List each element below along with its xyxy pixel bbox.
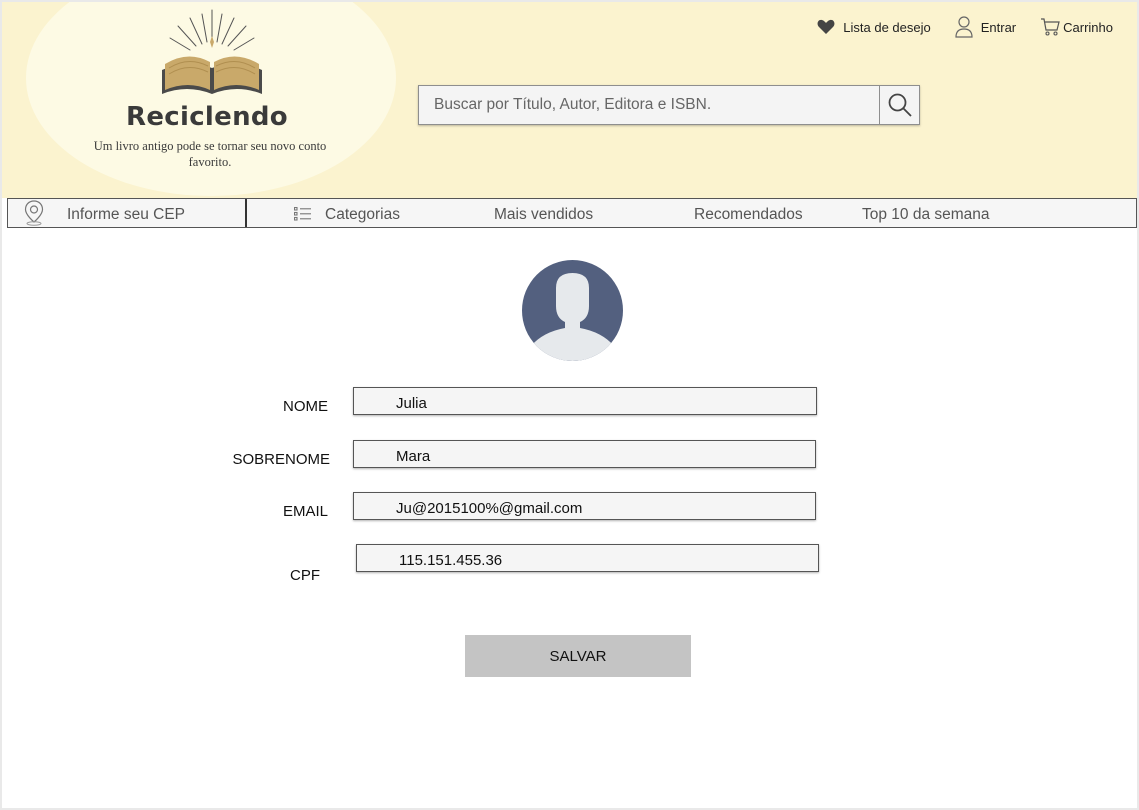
email-label: EMAIL xyxy=(282,503,328,520)
categories-label: Categorias xyxy=(325,206,400,223)
search-bar xyxy=(418,85,920,125)
nav-top10[interactable]: Top 10 da semana xyxy=(862,199,1002,227)
location-pin-icon xyxy=(24,200,44,226)
login-label: Entrar xyxy=(980,19,1017,35)
sobrenome-input[interactable] xyxy=(354,441,815,467)
save-button[interactable]: SALVAR xyxy=(465,635,691,677)
search-button[interactable] xyxy=(879,86,919,124)
cep-label: Informe seu CEP xyxy=(67,206,186,223)
cpf-field-box xyxy=(356,544,819,572)
open-book-logo-icon[interactable] xyxy=(152,8,272,100)
nome-field-box xyxy=(353,387,817,415)
wishlist-label: Lista de desejo xyxy=(843,19,931,35)
sobrenome-label: SOBRENOME xyxy=(232,451,330,468)
list-icon xyxy=(294,207,311,221)
nav-bar: Informe seu CEP Categorias Mais vendidos… xyxy=(7,198,1137,228)
cart-link[interactable]: Carrinho xyxy=(1040,18,1113,36)
top-links: Lista de desejo Entrar Carrinho xyxy=(817,16,1113,38)
wishlist-link[interactable]: Lista de desejo xyxy=(817,19,931,35)
login-link[interactable]: Entrar xyxy=(955,16,1016,38)
cep-selector[interactable]: Informe seu CEP xyxy=(8,199,247,227)
search-input[interactable] xyxy=(419,86,879,124)
heart-icon xyxy=(817,19,835,34)
user-silhouette-icon xyxy=(531,273,614,361)
brand-name[interactable]: Reciclendo xyxy=(92,102,322,132)
header: Reciclendo Um livro antigo pode se torna… xyxy=(2,2,1137,198)
sobrenome-field-box xyxy=(353,440,816,468)
nome-input[interactable] xyxy=(354,388,816,414)
email-field-box xyxy=(353,492,816,520)
brand-tagline: Um livro antigo pode se tornar seu novo … xyxy=(93,139,327,169)
cpf-input[interactable] xyxy=(357,545,818,571)
avatar[interactable] xyxy=(522,260,623,361)
cpf-label: CPF xyxy=(290,567,320,584)
search-icon xyxy=(888,93,912,117)
page-frame: Reciclendo Um livro antigo pode se torna… xyxy=(2,2,1137,808)
nav-recommended[interactable]: Recomendados xyxy=(694,199,814,227)
best-sellers-label: Mais vendidos xyxy=(494,206,594,223)
user-icon xyxy=(955,16,973,38)
cart-label: Carrinho xyxy=(1063,19,1113,35)
recommended-label: Recomendados xyxy=(694,206,803,223)
nav-best-sellers[interactable]: Mais vendidos xyxy=(494,199,604,227)
top10-label: Top 10 da semana xyxy=(862,206,990,223)
cart-icon xyxy=(1041,18,1060,36)
nav-categories[interactable]: Categorias xyxy=(294,199,414,227)
email-input[interactable] xyxy=(354,493,815,519)
nome-label: NOME xyxy=(283,398,328,415)
